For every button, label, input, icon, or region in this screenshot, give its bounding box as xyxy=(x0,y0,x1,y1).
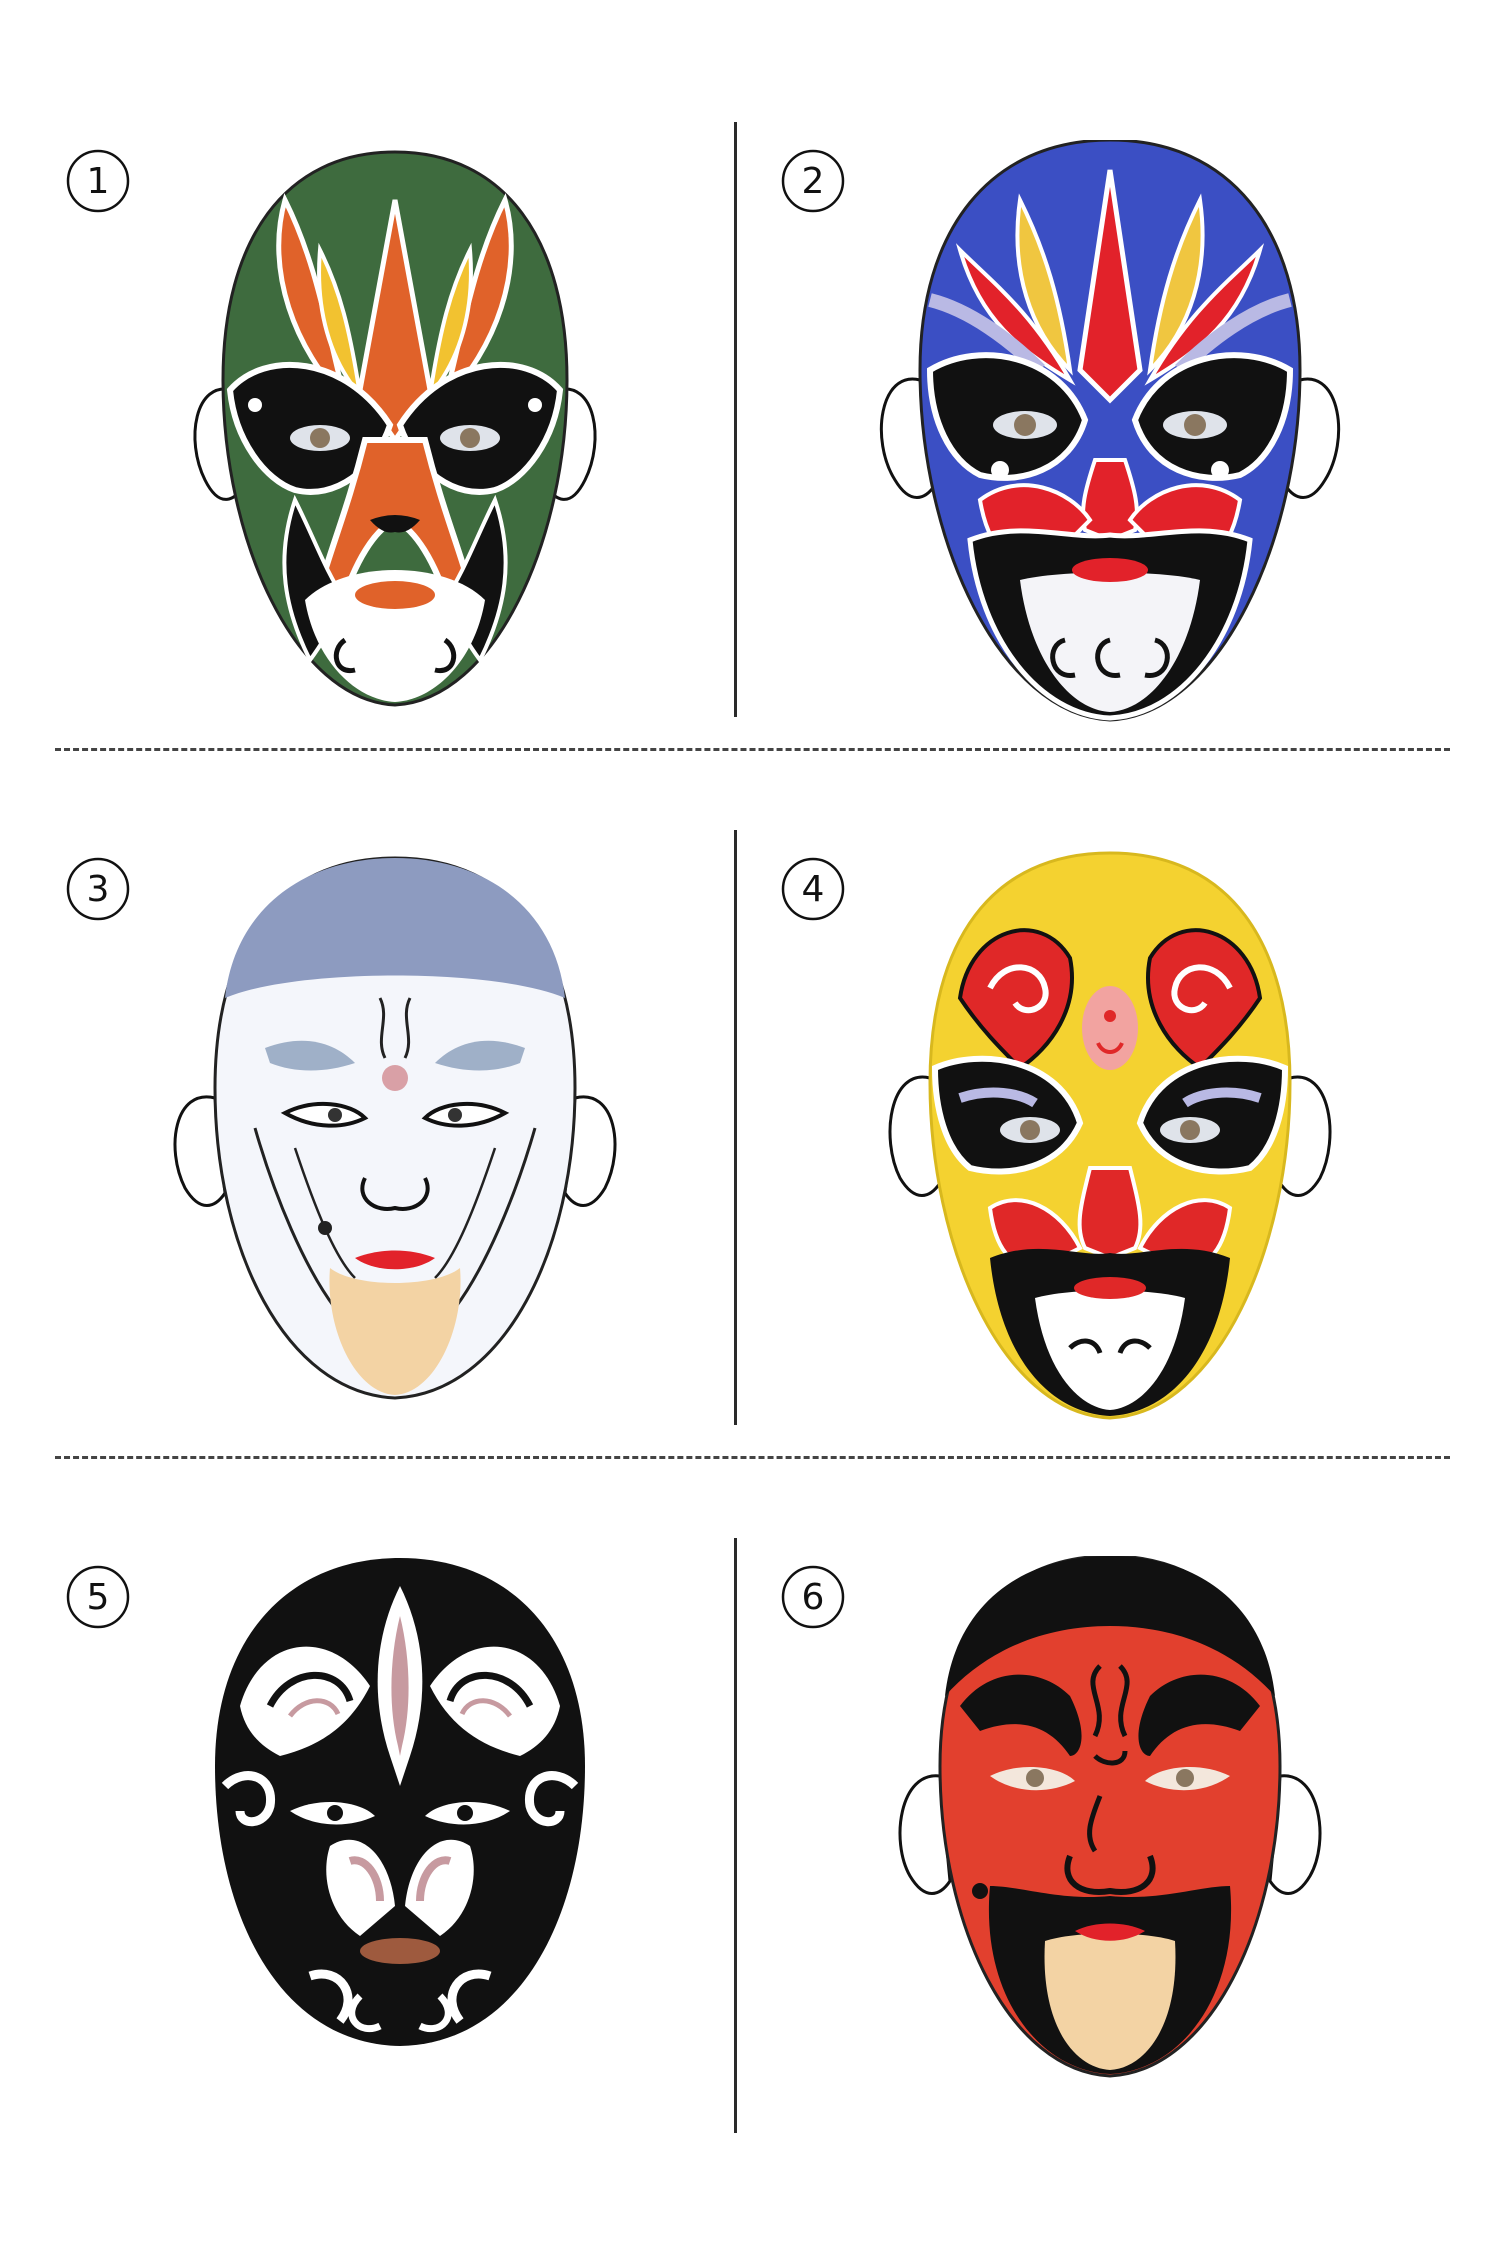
number-badge-2: 2 xyxy=(780,148,846,214)
mask-cell-5: 5 xyxy=(55,1556,755,2196)
opera-mask-yellow xyxy=(888,851,1332,1420)
number-badge-5: 5 xyxy=(65,1564,131,1630)
opera-mask-blue xyxy=(879,140,1341,722)
number-label-5: 5 xyxy=(87,1577,110,1618)
opera-mask-red xyxy=(898,1556,1322,2078)
number-badge-1: 1 xyxy=(65,148,131,214)
mask-cell-4: 4 xyxy=(770,848,1470,1488)
mask-cell-3: 3 xyxy=(55,848,755,1488)
opera-mask-white xyxy=(173,856,617,1400)
number-label-4: 4 xyxy=(802,869,825,910)
opera-mask-green xyxy=(193,150,597,707)
number-label-2: 2 xyxy=(802,161,825,202)
opera-mask-black xyxy=(215,1558,585,2046)
mask-cell-1: 1 xyxy=(55,140,755,780)
number-badge-6: 6 xyxy=(780,1564,846,1630)
number-label-6: 6 xyxy=(802,1577,825,1618)
number-badge-4: 4 xyxy=(780,856,846,922)
number-badge-3: 3 xyxy=(65,856,131,922)
mask-cell-2: 2 xyxy=(770,140,1470,780)
number-label-1: 1 xyxy=(87,161,110,202)
mask-cell-6: 6 xyxy=(770,1556,1470,2196)
number-label-3: 3 xyxy=(87,869,110,910)
